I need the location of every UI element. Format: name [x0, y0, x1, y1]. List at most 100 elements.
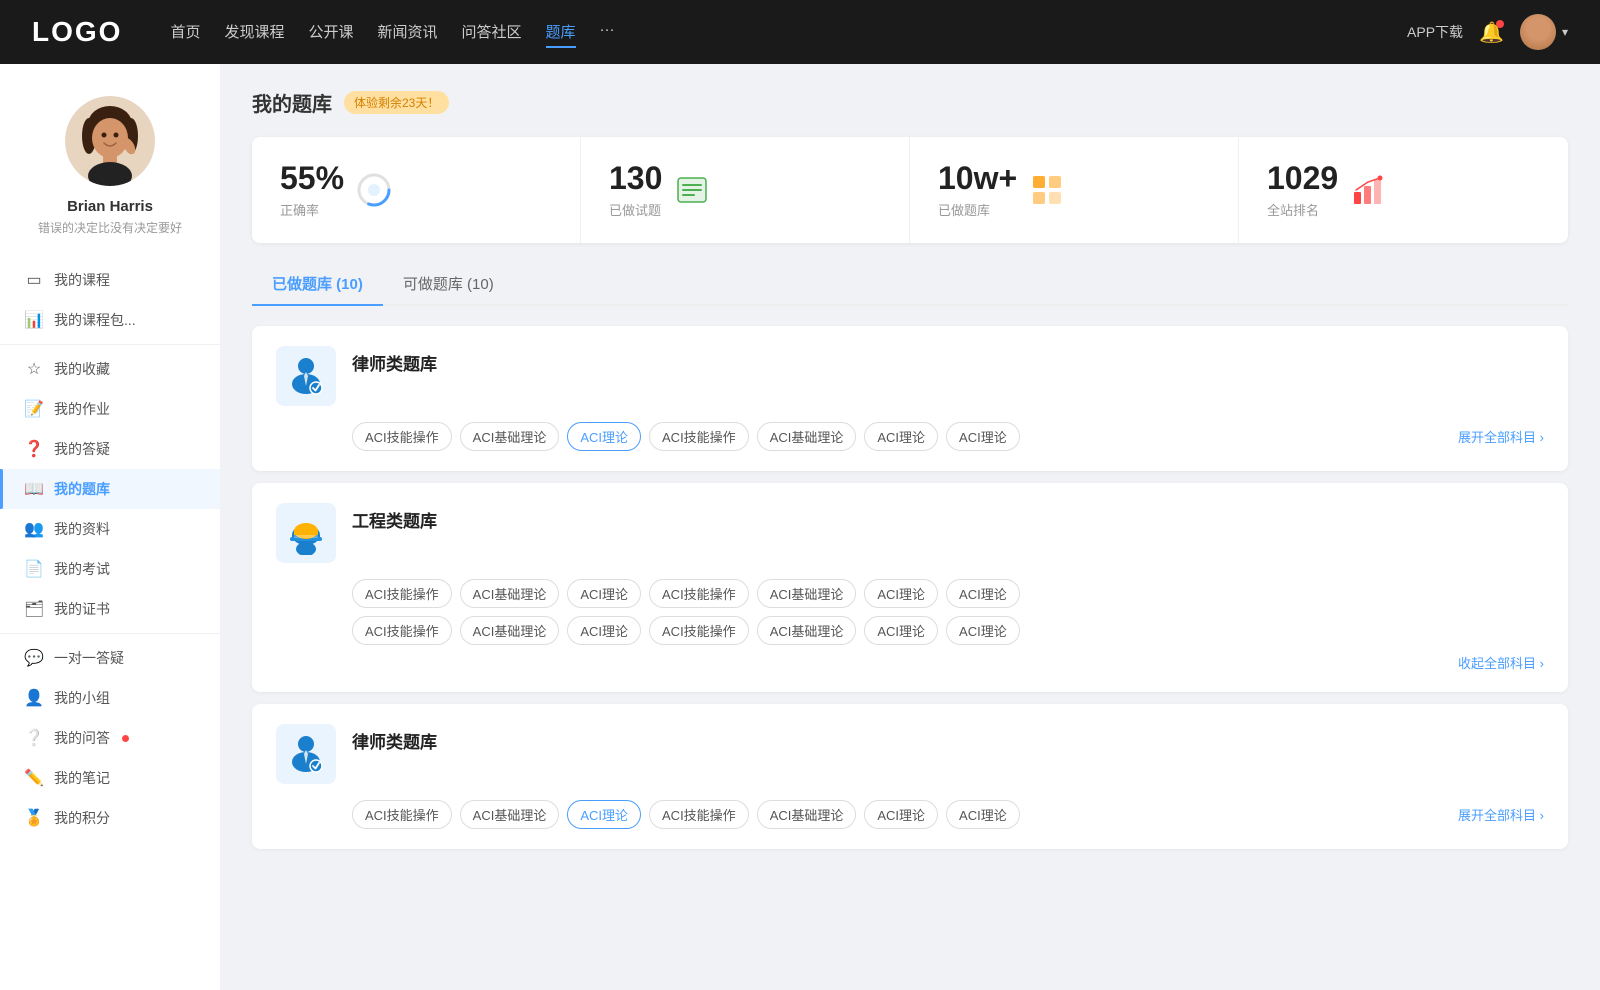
- sidebar-item-my-qa[interactable]: ❔ 我的问答: [0, 718, 220, 758]
- profile-motto: 错误的决定比没有决定要好: [38, 219, 182, 236]
- stat-label-rate: 正确率: [280, 200, 344, 219]
- tag[interactable]: ACI技能操作: [352, 616, 452, 645]
- qa-icon: ❓: [24, 439, 44, 459]
- engineer-bank-tags-row2: ACI技能操作 ACI基础理论 ACI理论 ACI技能操作 ACI基础理论 AC…: [352, 616, 1544, 645]
- lawyer-icon-2: [284, 732, 328, 776]
- tab-done-banks[interactable]: 已做题库 (10): [252, 263, 383, 304]
- tag[interactable]: ACI基础理论: [757, 616, 857, 645]
- stat-done-questions: 130 已做试题: [581, 137, 910, 243]
- tag[interactable]: ACI基础理论: [460, 800, 560, 829]
- sidebar-item-label: 我的课程: [54, 270, 110, 290]
- lawyer-bank-name-1: 律师类题库: [352, 346, 437, 375]
- sidebar-item-label: 我的题库: [54, 479, 110, 499]
- sidebar-item-my-courses[interactable]: ▭ 我的课程: [0, 260, 220, 300]
- bank-icon: 📖: [24, 479, 44, 499]
- nav-news[interactable]: 新闻资讯: [378, 17, 438, 48]
- sidebar-item-label: 我的笔记: [54, 768, 110, 788]
- tag[interactable]: ACI技能操作: [649, 616, 749, 645]
- nav-question-bank[interactable]: 题库: [546, 17, 576, 48]
- tag[interactable]: ACI技能操作: [352, 579, 452, 608]
- sidebar-item-favorites[interactable]: ☆ 我的收藏: [0, 349, 220, 389]
- nav-discover[interactable]: 发现课程: [224, 17, 284, 48]
- engineer-bank-tags-row1: ACI技能操作 ACI基础理论 ACI理论 ACI技能操作 ACI基础理论 AC…: [352, 579, 1544, 608]
- tag-highlighted[interactable]: ACI理论: [567, 422, 641, 451]
- tag[interactable]: ACI基础理论: [757, 579, 857, 608]
- nav-home[interactable]: 首页: [170, 17, 200, 48]
- profile-username: Brian Harris: [67, 198, 153, 215]
- course-icon: ▭: [24, 270, 44, 290]
- nav-qa[interactable]: 问答社区: [462, 17, 522, 48]
- sidebar-item-label: 我的考试: [54, 559, 110, 579]
- tag[interactable]: ACI理论: [946, 616, 1020, 645]
- sidebar-item-points[interactable]: 🏅 我的积分: [0, 798, 220, 838]
- trial-badge: 体验剩余23天！: [344, 91, 449, 114]
- tag[interactable]: ACI理论: [567, 616, 641, 645]
- lawyer-bank-icon-wrap-2: [276, 724, 336, 784]
- expand-all-button-1[interactable]: 展开全部科目 ›: [1458, 427, 1544, 446]
- tag[interactable]: ACI技能操作: [649, 422, 749, 451]
- nav-more[interactable]: ···: [600, 17, 615, 48]
- lawyer-bank-tags-1: ACI技能操作 ACI基础理论 ACI理论 ACI技能操作 ACI基础理论 AC…: [352, 422, 1458, 451]
- user-avatar-menu[interactable]: ▾: [1520, 14, 1568, 50]
- tag[interactable]: ACI理论: [864, 616, 938, 645]
- sidebar-item-materials[interactable]: 👥 我的资料: [0, 509, 220, 549]
- sidebar-item-certificates[interactable]: 🗂 我的证书: [0, 589, 220, 629]
- sidebar: Brian Harris 错误的决定比没有决定要好 ▭ 我的课程 📊 我的课程包…: [0, 64, 220, 990]
- nav-links: 首页 发现课程 公开课 新闻资讯 问答社区 题库 ···: [170, 17, 1375, 48]
- divider: [0, 344, 220, 345]
- tag[interactable]: ACI基础理论: [757, 800, 857, 829]
- lawyer-icon: [284, 354, 328, 398]
- tag[interactable]: ACI技能操作: [352, 422, 452, 451]
- stat-correct-rate: 55% 正确率: [252, 137, 581, 243]
- tab-available-banks[interactable]: 可做题库 (10): [383, 263, 514, 304]
- stat-value-rank: 1029: [1267, 161, 1338, 196]
- sidebar-item-exams[interactable]: 📄 我的考试: [0, 549, 220, 589]
- tag[interactable]: ACI理论: [864, 800, 938, 829]
- app-download-button[interactable]: APP下载: [1407, 22, 1463, 42]
- sidebar-item-label: 我的资料: [54, 519, 110, 539]
- exam-icon: 📄: [24, 559, 44, 579]
- sidebar-item-label: 我的收藏: [54, 359, 110, 379]
- myqa-icon: ❔: [24, 728, 44, 748]
- sidebar-item-notes[interactable]: ✏️ 我的笔记: [0, 758, 220, 798]
- star-icon: ☆: [24, 359, 44, 379]
- sidebar-item-course-packages[interactable]: 📊 我的课程包...: [0, 300, 220, 340]
- materials-icon: 👥: [24, 519, 44, 539]
- collapse-all-button[interactable]: 收起全部科目 ›: [1458, 653, 1544, 672]
- tag[interactable]: ACI基础理论: [460, 579, 560, 608]
- nav-open-course[interactable]: 公开课: [308, 17, 353, 48]
- notification-bell[interactable]: 🔔: [1479, 20, 1504, 45]
- tag[interactable]: ACI理论: [946, 579, 1020, 608]
- bar-chart-icon: [1350, 172, 1386, 208]
- tag[interactable]: ACI基础理论: [460, 422, 560, 451]
- tag[interactable]: ACI技能操作: [352, 800, 452, 829]
- tag[interactable]: ACI技能操作: [649, 579, 749, 608]
- tag[interactable]: ACI基础理论: [460, 616, 560, 645]
- sidebar-item-label: 我的小组: [54, 688, 110, 708]
- tag[interactable]: ACI理论: [567, 579, 641, 608]
- homework-icon: 📝: [24, 399, 44, 419]
- sidebar-item-question-bank[interactable]: 📖 我的题库: [0, 469, 220, 509]
- expand-all-button-2[interactable]: 展开全部科目 ›: [1458, 805, 1544, 824]
- sidebar-item-groups[interactable]: 👤 我的小组: [0, 678, 220, 718]
- tag[interactable]: ACI理论: [864, 579, 938, 608]
- sidebar-item-label: 我的作业: [54, 399, 110, 419]
- grid-icon: [1029, 172, 1065, 208]
- tag[interactable]: ACI理论: [864, 422, 938, 451]
- sidebar-item-qa[interactable]: ❓ 我的答疑: [0, 429, 220, 469]
- sidebar-item-1on1[interactable]: 💬 一对一答疑: [0, 638, 220, 678]
- sidebar-menu: ▭ 我的课程 📊 我的课程包... ☆ 我的收藏 📝 我的作业 ❓ 我的答疑 📖: [0, 252, 220, 846]
- tag[interactable]: ACI基础理论: [757, 422, 857, 451]
- layout: Brian Harris 错误的决定比没有决定要好 ▭ 我的课程 📊 我的课程包…: [0, 64, 1600, 990]
- main-content: 我的题库 体验剩余23天！ 55% 正确率 130: [220, 64, 1600, 990]
- bank-card-lawyer-2: 律师类题库 ACI技能操作 ACI基础理论 ACI理论 ACI技能操作 ACI基…: [252, 704, 1568, 849]
- stat-value-banks: 10w+: [938, 161, 1017, 196]
- lawyer-bank-tags-2: ACI技能操作 ACI基础理论 ACI理论 ACI技能操作 ACI基础理论 AC…: [352, 800, 1458, 829]
- tag-highlighted[interactable]: ACI理论: [567, 800, 641, 829]
- tag[interactable]: ACI理论: [946, 422, 1020, 451]
- chevron-down-icon: ▾: [1562, 25, 1568, 39]
- sidebar-item-homework[interactable]: 📝 我的作业: [0, 389, 220, 429]
- logo[interactable]: LOGO: [32, 16, 122, 48]
- tag[interactable]: ACI理论: [946, 800, 1020, 829]
- tag[interactable]: ACI技能操作: [649, 800, 749, 829]
